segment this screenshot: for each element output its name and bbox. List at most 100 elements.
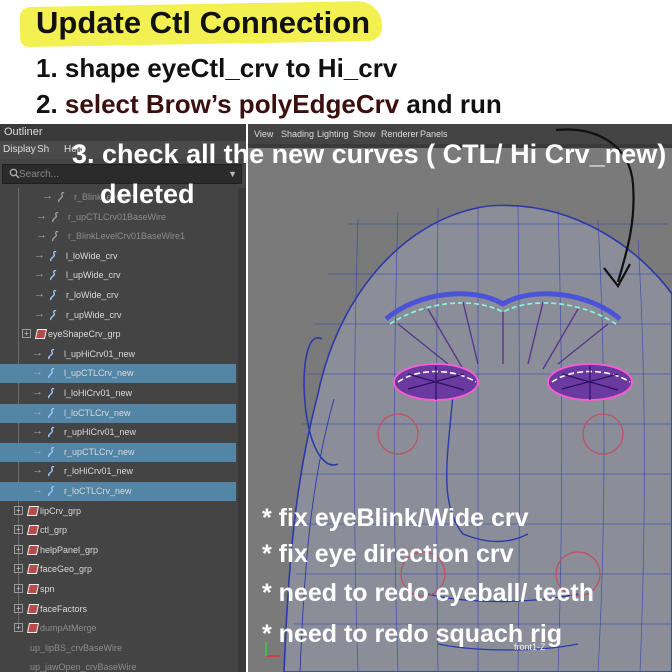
outliner-menu-display[interactable]: Display <box>3 144 36 155</box>
hierarchy-arrow-icon: → <box>32 484 43 496</box>
expand-icon[interactable]: + <box>14 505 23 515</box>
outliner-item[interactable]: + dumpAtMerge <box>0 619 236 638</box>
wire-deformer-icon <box>58 192 65 203</box>
wire-deformer-icon <box>52 211 59 222</box>
outliner-menu-show[interactable]: Sh <box>37 144 49 155</box>
expand-icon[interactable]: + <box>14 603 23 613</box>
outliner-item-label: r_upCTLCrv_new <box>64 446 135 457</box>
outliner-item[interactable]: → r_upCTLCrv_new <box>0 442 236 462</box>
outliner-item-label: helpPanel_grp <box>40 544 99 555</box>
right-eye-curves <box>547 363 633 401</box>
group-icon <box>26 623 40 634</box>
outliner-item-label: r_loWide_crv <box>66 290 119 300</box>
hierarchy-arrow-icon: → <box>34 248 45 261</box>
outliner-item[interactable]: + spn <box>0 580 236 599</box>
outliner-item[interactable]: + lipCrv_grp <box>0 502 236 521</box>
outliner-item-label: l_loWide_crv <box>66 250 118 261</box>
curve-icon <box>48 486 55 497</box>
hierarchy-arrow-icon: → <box>32 386 43 398</box>
outliner-item-label: eyeShapeCrv_grp <box>48 329 121 340</box>
chevron-down-icon[interactable]: ▼ <box>228 169 237 179</box>
note-bullet-4: * need to redo squach rig <box>262 620 563 648</box>
outliner-item[interactable]: → r_loCTLCrv_new <box>0 482 236 501</box>
hierarchy-arrow-icon: → <box>34 268 45 281</box>
outliner-item[interactable]: + eyeShapeCrv_grp <box>0 325 236 344</box>
outliner-item-label: up_lipBS_crvBaseWire <box>30 642 123 653</box>
expand-icon[interactable]: + <box>14 564 23 574</box>
outliner-item-label: r_loCTLCrv_new <box>64 486 132 496</box>
outliner-item[interactable]: → r_loWide_crv <box>0 286 236 305</box>
outliner-item-label: l_upHiCrv01_new <box>64 348 136 359</box>
outliner-item[interactable]: → l_loCTLCrv_new <box>0 403 236 423</box>
group-icon <box>26 603 40 614</box>
outliner-item-label: l_upWide_crv <box>66 270 121 281</box>
group-icon <box>26 544 40 555</box>
outliner-item[interactable]: up_lipBS_crvBaseWire <box>0 639 236 658</box>
note-step-2-highlight: select Brow’s polyEdgeCrv <box>64 89 400 119</box>
outliner-item-label: r_upCTLCrv01BaseWire <box>68 211 167 222</box>
hierarchy-arrow-icon: → <box>42 190 53 202</box>
expand-icon[interactable]: + <box>22 329 31 339</box>
hierarchy-arrow-icon: → <box>32 425 43 438</box>
outliner-item[interactable]: + ctl_grp <box>0 521 236 540</box>
hierarchy-arrow-icon: → <box>34 288 45 300</box>
note-step-2-prefix: 2. <box>36 89 65 119</box>
outliner-item[interactable]: → l_upCTLCrv_new <box>0 364 236 384</box>
curve-icon <box>48 388 55 399</box>
outliner-item[interactable]: up_jawOpen_crvBaseWire <box>0 658 236 672</box>
curve-icon <box>48 466 55 477</box>
hierarchy-arrow-icon: → <box>32 444 43 457</box>
curve-icon <box>48 368 55 379</box>
note-bullet-2: * fix eye direction crv <box>262 540 514 568</box>
outliner-tab-label: Outliner <box>4 126 43 138</box>
outliner-item-label: faceFactors <box>40 603 88 614</box>
note-step-2: 2. select Brow’s polyEdgeCrv and run <box>36 89 502 120</box>
wire-deformer-icon <box>52 231 59 242</box>
curve-icon <box>50 309 57 320</box>
outliner-item-label: ctl_grp <box>40 525 68 536</box>
outliner-item-label: dumpAtMerge <box>40 623 97 634</box>
outliner-item-label: l_loCTLCrv_new <box>64 407 131 418</box>
hierarchy-arrow-icon: → <box>32 346 43 359</box>
note-bullet-1: * fix eyeBlink/Wide crv <box>262 504 529 532</box>
curve-icon <box>48 407 55 418</box>
note-step-3: 3. check all the new curves ( CTL/ Hi Cr… <box>72 139 667 169</box>
outliner-item-label: r_upHiCrv01_new <box>64 427 137 438</box>
curve-icon <box>50 250 57 262</box>
note-step-3-continued: deleted <box>100 179 195 209</box>
group-icon <box>34 329 48 340</box>
outliner-scrollbar[interactable] <box>238 188 246 672</box>
expand-icon[interactable]: + <box>14 584 23 593</box>
outliner-item[interactable]: → l_loWide_crv <box>0 247 236 266</box>
expand-icon[interactable]: + <box>14 544 23 554</box>
outliner-item[interactable]: → r_upWide_crv <box>0 306 236 325</box>
group-icon <box>26 525 40 536</box>
outliner-item-label: l_loHiCrv01_new <box>64 388 133 398</box>
outliner-search-placeholder: Search... <box>19 169 60 180</box>
note-step-1: 1. shape eyeCtl_crv to Hi_crv <box>36 53 398 83</box>
expand-icon[interactable]: + <box>14 525 23 535</box>
curve-icon <box>50 270 57 281</box>
outliner-item[interactable]: → r_BlinkLevelCrv01BaseWire1 <box>0 227 236 246</box>
curve-icon <box>48 446 55 458</box>
outliner-item[interactable]: → r_upCTLCrv01BaseWire <box>0 208 236 227</box>
outliner-item[interactable]: + helpPanel_grp <box>0 541 236 560</box>
expand-icon[interactable]: + <box>14 623 23 633</box>
outliner-item-label: l_upCTLCrv_new <box>64 368 134 379</box>
outliner-item-label: lipCrv_grp <box>40 505 82 516</box>
hierarchy-arrow-icon: → <box>36 209 47 222</box>
hierarchy-arrow-icon: → <box>34 307 45 320</box>
outliner-item[interactable]: → l_upWide_crv <box>0 266 236 285</box>
outliner-item[interactable]: → r_loHiCrv01_new <box>0 462 236 481</box>
hierarchy-arrow-icon: → <box>36 229 47 242</box>
outliner-item[interactable]: → l_upHiCrv01_new <box>0 345 236 364</box>
hierarchy-arrow-icon: → <box>32 405 43 418</box>
outliner-item[interactable]: → r_upHiCrv01_new <box>0 423 236 442</box>
outliner-item-label: r_upWide_crv <box>66 309 122 320</box>
curve-icon <box>48 348 55 360</box>
outliner-item[interactable]: → l_loHiCrv01_new <box>0 384 236 403</box>
outliner-item[interactable]: + faceGeo_grp <box>0 560 236 579</box>
outliner-item[interactable]: + faceFactors <box>0 600 236 619</box>
curve-icon <box>50 290 57 301</box>
left-eye-curves <box>393 363 479 401</box>
